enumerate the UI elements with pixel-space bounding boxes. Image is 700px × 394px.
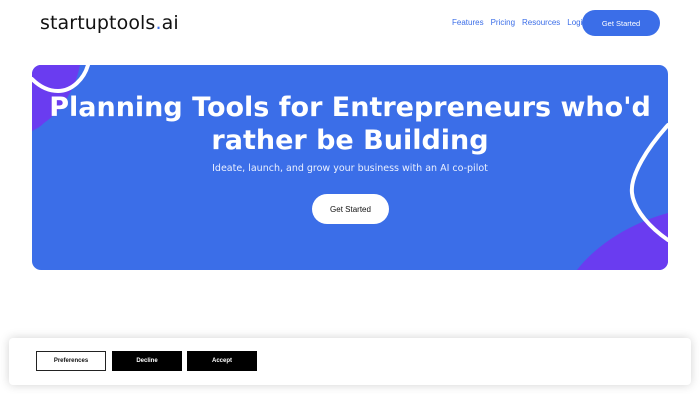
hero-blob-bottom-right [577,213,668,270]
brand-logo[interactable]: startuptools.ai [40,12,179,34]
hero-title: Planning Tools for Entrepreneurs who'd r… [49,92,651,156]
cookie-decline-button[interactable]: Decline [112,351,182,371]
cookie-preferences-button[interactable]: Preferences [36,351,106,371]
brand-tld: ai [161,12,179,34]
cookie-consent-banner: Preferences Decline Accept [9,338,691,385]
hero-get-started-button[interactable]: Get Started [312,194,389,224]
nav-link-resources[interactable]: Resources [522,18,560,27]
hero-banner: Planning Tools for Entrepreneurs who'd r… [32,65,668,270]
header-get-started-button[interactable]: Get Started [582,10,660,36]
top-nav: Features Pricing Resources Login [452,18,587,27]
nav-link-pricing[interactable]: Pricing [491,18,515,27]
brand-name: startuptools [40,12,156,34]
nav-link-features[interactable]: Features [452,18,484,27]
hero-subtitle: Ideate, launch, and grow your business w… [212,163,488,174]
cookie-accept-button[interactable]: Accept [187,351,257,371]
